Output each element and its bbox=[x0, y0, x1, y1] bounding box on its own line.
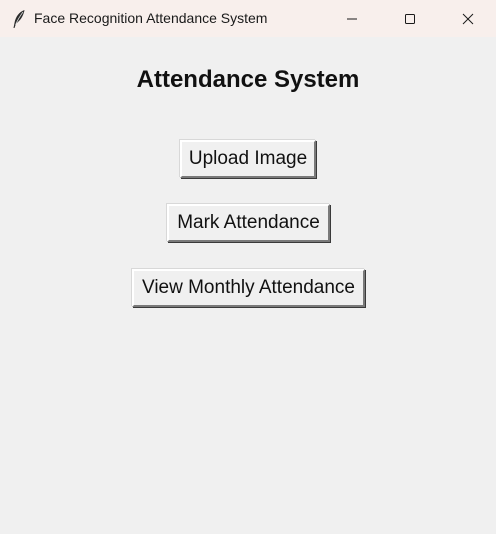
upload-image-button[interactable]: Upload Image bbox=[180, 140, 316, 178]
title-bar[interactable]: Face Recognition Attendance System bbox=[0, 0, 496, 37]
app-window: Face Recognition Attendance System Atten… bbox=[0, 0, 496, 534]
maximize-icon bbox=[404, 13, 416, 25]
page-title: Attendance System bbox=[136, 66, 360, 93]
minimize-icon bbox=[346, 13, 358, 25]
window-title: Face Recognition Attendance System bbox=[34, 10, 268, 26]
feather-icon bbox=[12, 9, 26, 29]
maximize-button[interactable] bbox=[381, 0, 439, 37]
close-icon bbox=[462, 13, 474, 25]
mark-attendance-button[interactable]: Mark Attendance bbox=[167, 204, 330, 242]
view-monthly-attendance-button[interactable]: View Monthly Attendance bbox=[132, 269, 365, 307]
close-button[interactable] bbox=[439, 0, 496, 37]
minimize-button[interactable] bbox=[323, 0, 381, 37]
